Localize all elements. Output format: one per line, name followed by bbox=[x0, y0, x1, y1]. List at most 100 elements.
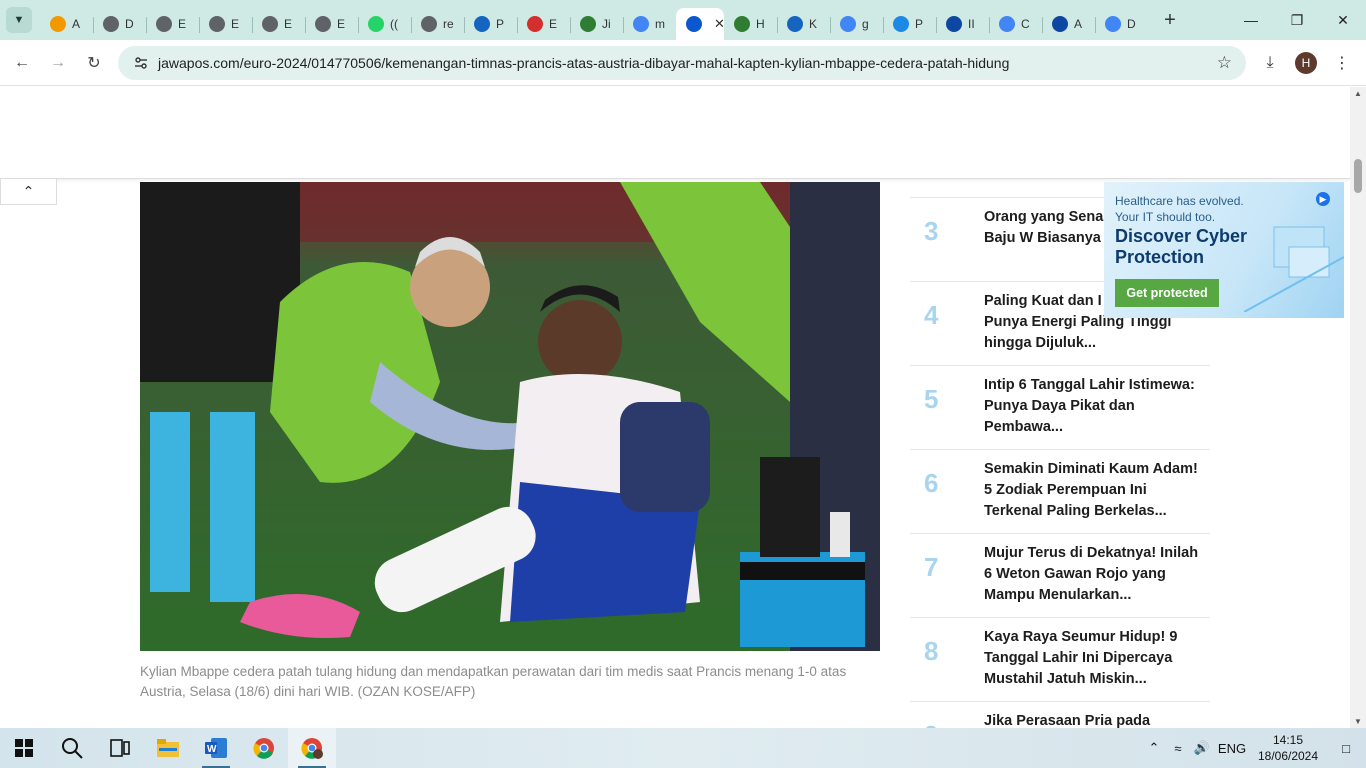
start-button[interactable] bbox=[0, 728, 48, 768]
minimize-button[interactable]: — bbox=[1228, 0, 1274, 40]
tab-title: E bbox=[337, 17, 346, 31]
list-item[interactable]: 6 Semakin Diminati Kaum Adam! 5 Zodiak Pe… bbox=[910, 450, 1210, 534]
scroll-down-arrow-icon[interactable]: ▼ bbox=[1354, 717, 1362, 726]
forward-button[interactable]: → bbox=[40, 45, 76, 81]
tab-title: D bbox=[125, 17, 134, 31]
io-icon bbox=[1052, 16, 1068, 32]
chrome-profile-button[interactable] bbox=[288, 728, 336, 768]
browser-tab[interactable]: m bbox=[623, 8, 676, 40]
address-bar[interactable]: jawapos.com/euro-2024/014770506/kemenang… bbox=[118, 46, 1246, 80]
google-icon bbox=[840, 16, 856, 32]
browser-tab[interactable]: E bbox=[146, 8, 199, 40]
chevron-down-icon: ▼ bbox=[13, 14, 25, 26]
word-icon: W bbox=[205, 738, 227, 758]
search-icon bbox=[62, 738, 83, 759]
task-view-button[interactable] bbox=[96, 728, 144, 768]
trending-rank: 3 bbox=[924, 216, 939, 246]
tab-title: P bbox=[496, 17, 505, 31]
tab-title: re bbox=[443, 17, 453, 31]
ad-illustration bbox=[1244, 226, 1344, 312]
chrome-icon bbox=[253, 738, 274, 759]
bookmark-star-icon[interactable]: ☆ bbox=[1217, 53, 1232, 73]
reload-icon: ↻ bbox=[87, 54, 101, 72]
browser-tab[interactable]: g bbox=[830, 8, 883, 40]
browser-tab[interactable]: (( bbox=[358, 8, 411, 40]
task-view-icon bbox=[110, 739, 130, 757]
avatar: H bbox=[1295, 52, 1317, 74]
profile-button[interactable]: H bbox=[1288, 45, 1324, 81]
ad-cta-button[interactable]: Get protected bbox=[1115, 279, 1219, 307]
browser-tab[interactable]: P bbox=[464, 8, 517, 40]
globe-icon bbox=[209, 16, 225, 32]
browser-tab[interactable]: K bbox=[777, 8, 830, 40]
network-icon[interactable]: ≈ bbox=[1166, 741, 1190, 756]
notifications-button[interactable]: □ bbox=[1326, 741, 1366, 756]
show-hidden-icons-button[interactable]: ⌃ bbox=[1142, 740, 1166, 756]
site-info-icon[interactable] bbox=[126, 55, 156, 71]
menu-button[interactable]: ⋮ bbox=[1324, 45, 1360, 81]
tempo-icon bbox=[787, 16, 803, 32]
trending-rank: 6 bbox=[924, 468, 939, 498]
restore-button[interactable]: ❐ bbox=[1274, 0, 1320, 40]
trending-title[interactable]: Jika Perasaan Pria pada bbox=[984, 711, 1200, 728]
tab-title: E bbox=[231, 17, 240, 31]
clock[interactable]: 14:15 18/06/2024 bbox=[1250, 732, 1326, 764]
browser-tab[interactable]: C bbox=[989, 8, 1042, 40]
whatsapp-icon bbox=[368, 16, 384, 32]
back-button[interactable]: ← bbox=[4, 45, 40, 81]
page-scrollbar[interactable]: ▲ ▼ bbox=[1350, 87, 1366, 728]
browser-tab[interactable]: II bbox=[936, 8, 989, 40]
tab-search-button[interactable]: ▼ bbox=[6, 7, 32, 33]
volume-icon[interactable]: 🔊 bbox=[1190, 740, 1214, 756]
reload-button[interactable]: ↻ bbox=[76, 45, 112, 81]
list-item[interactable]: 9 Jika Perasaan Pria pada bbox=[910, 702, 1210, 728]
trending-title[interactable]: Mujur Terus di Dekatnya! Inilah 6 Weton … bbox=[984, 543, 1200, 607]
browser-tab[interactable]: E bbox=[199, 8, 252, 40]
ad-tagline: Healthcare has evolved. Your IT should t… bbox=[1115, 194, 1244, 224]
toolbar-right: ⤓ H ⋮ bbox=[1252, 40, 1366, 86]
window-controls: — ❐ ✕ bbox=[1228, 0, 1366, 40]
taskbar-search-button[interactable] bbox=[48, 728, 96, 768]
language-indicator[interactable]: ENG bbox=[1214, 741, 1250, 756]
tab-list: A D E E E E ((re P E Ji m K✕ H Kg P II C A D bbox=[40, 0, 1148, 40]
browser-tab[interactable]: A bbox=[40, 8, 93, 40]
top-ad-banner bbox=[0, 87, 1350, 179]
browser-tab[interactable]: Ji bbox=[570, 8, 623, 40]
tab-title: II bbox=[968, 17, 975, 31]
list-item[interactable]: 5 Intip 6 Tanggal Lahir Istimewa: Punya D… bbox=[910, 366, 1210, 450]
browser-tab[interactable]: re bbox=[411, 8, 464, 40]
word-button[interactable]: W bbox=[192, 728, 240, 768]
scrollbar-thumb[interactable] bbox=[1354, 159, 1362, 193]
globe-icon bbox=[156, 16, 172, 32]
browser-tab[interactable]: D bbox=[1095, 8, 1148, 40]
list-item[interactable]: 8 Kaya Raya Seumur Hidup! 9 Tanggal Lahir… bbox=[910, 618, 1210, 702]
browser-tab[interactable]: P bbox=[883, 8, 936, 40]
browser-tab[interactable]: D bbox=[93, 8, 146, 40]
browser-tab[interactable]: E bbox=[252, 8, 305, 40]
download-icon: ⤓ bbox=[1266, 54, 1274, 71]
browser-tab[interactable]: A bbox=[1042, 8, 1095, 40]
list-item[interactable]: 7 Mujur Terus di Dekatnya! Inilah 6 Weton… bbox=[910, 534, 1210, 618]
url-text[interactable]: jawapos.com/euro-2024/014770506/kemenang… bbox=[158, 55, 1009, 71]
tab-title: K bbox=[809, 17, 818, 31]
trending-title[interactable]: Semakin Diminati Kaum Adam! 5 Zodiak Per… bbox=[984, 459, 1200, 523]
trending-title[interactable]: Kaya Raya Seumur Hidup! 9 Tanggal Lahir … bbox=[984, 627, 1200, 691]
close-window-button[interactable]: ✕ bbox=[1320, 0, 1366, 40]
file-explorer-button[interactable] bbox=[144, 728, 192, 768]
trending-title[interactable]: Intip 6 Tanggal Lahir Istimewa: Punya Da… bbox=[984, 375, 1200, 439]
tab-title: E bbox=[284, 17, 293, 31]
downloads-button[interactable]: ⤓ bbox=[1252, 45, 1288, 81]
windows-taskbar: W ⌃ ≈ 🔊 ENG 14:15 18/06/2024 □ bbox=[0, 728, 1366, 768]
scroll-up-arrow-icon[interactable]: ▲ bbox=[1354, 89, 1362, 98]
browser-toolbar: ← → ↻ jawapos.com/euro-2024/014770506/ke… bbox=[0, 40, 1366, 86]
browser-tab[interactable]: K✕ bbox=[676, 8, 725, 40]
browser-tab[interactable]: E bbox=[305, 8, 358, 40]
browser-tab[interactable]: E bbox=[517, 8, 570, 40]
chrome-button[interactable] bbox=[240, 728, 288, 768]
cyber-protection-ad[interactable]: Healthcare has evolved. Your IT should t… bbox=[1104, 182, 1344, 318]
new-tab-button[interactable]: + bbox=[1156, 6, 1184, 34]
scroll-up-button[interactable]: ⌃ bbox=[0, 179, 57, 205]
trending-rank: 8 bbox=[924, 636, 939, 666]
browser-tab[interactable]: H bbox=[724, 8, 777, 40]
arrow-left-icon: ← bbox=[14, 53, 30, 71]
